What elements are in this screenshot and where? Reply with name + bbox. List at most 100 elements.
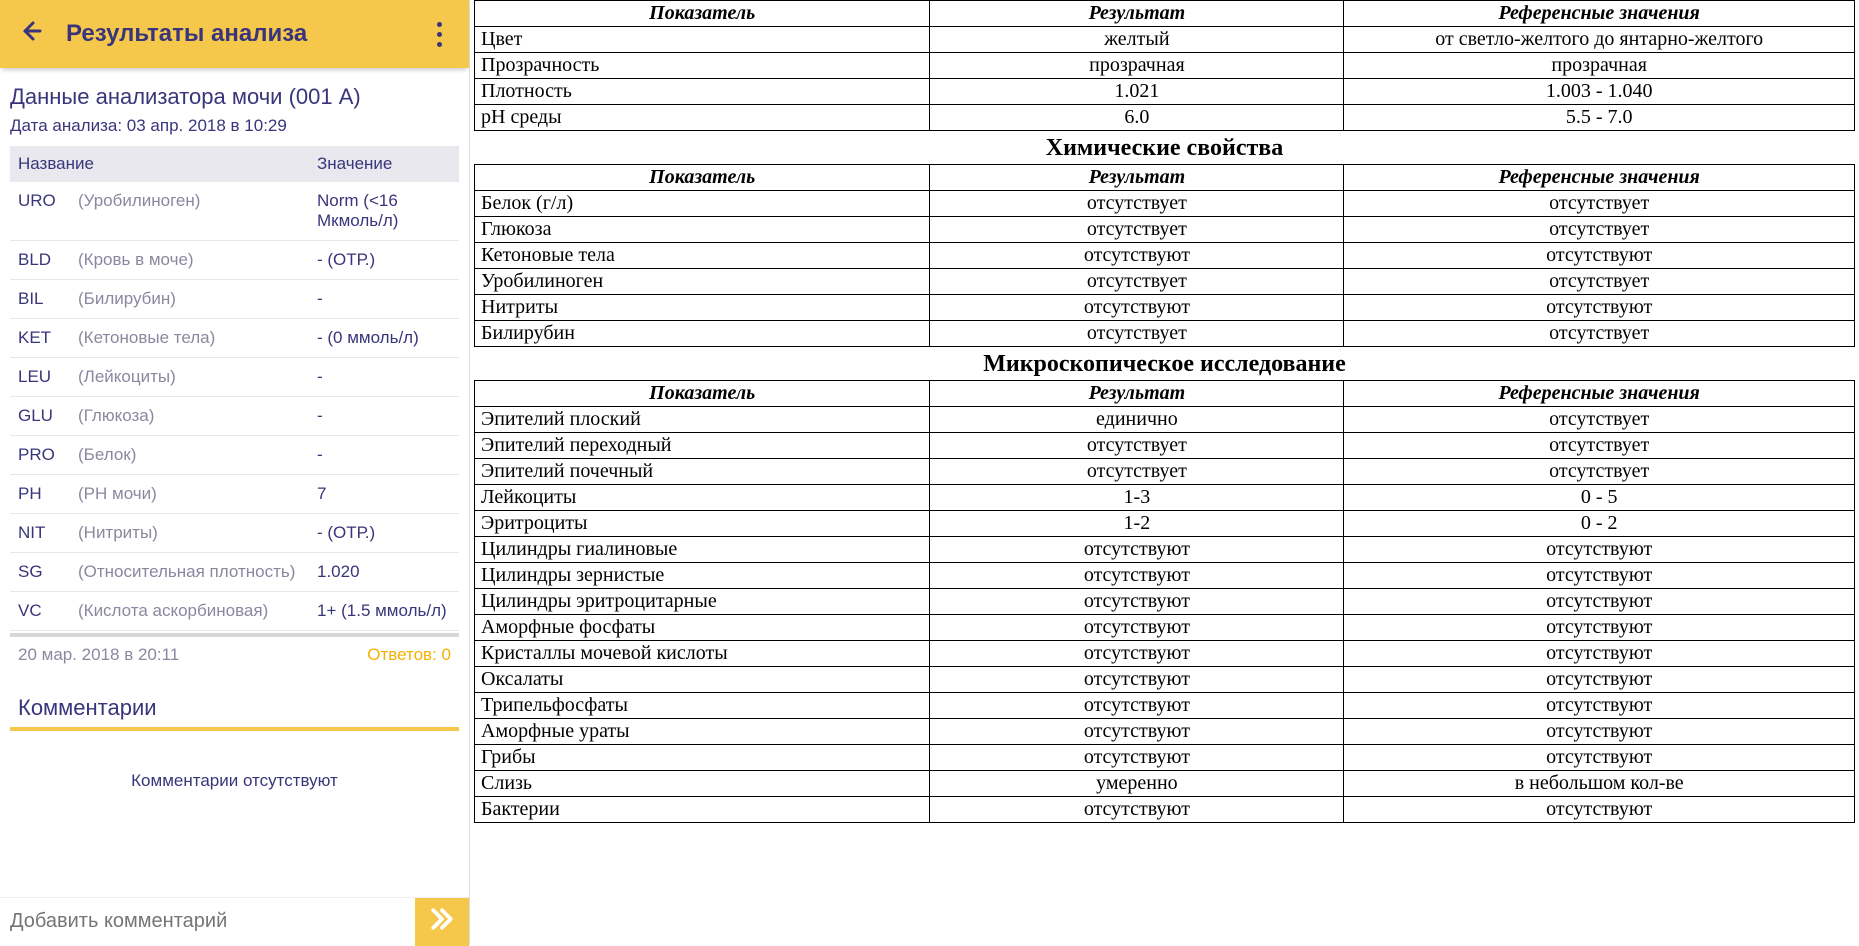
row-desc: (Глюкоза) [70,397,309,436]
row-value: - [309,436,459,475]
cell-result: 6.0 [930,105,1344,131]
cell-reference: отсутствует [1344,459,1855,485]
cell-indicator: Цилиндры гиалиновые [475,537,930,563]
table-row: NIT(Нитриты)- (ОТР.) [10,514,459,553]
cell-reference: отсутствуют [1344,563,1855,589]
cell-reference: отсутствуют [1344,243,1855,269]
row-code: KET [10,319,70,358]
cell-indicator: Эпителий плоский [475,407,930,433]
row-desc: (Белок) [70,436,309,475]
cell-reference: отсутствуют [1344,797,1855,823]
table-row: Слизьумереннов небольшом кол-ве [475,771,1855,797]
table-row: LEU(Лейкоциты)- [10,358,459,397]
cell-reference: отсутствует [1344,217,1855,243]
cell-indicator: Кристаллы мочевой кислоты [475,641,930,667]
col-indicator: Показатель [475,165,930,191]
row-code: BLD [10,241,70,280]
answers-count[interactable]: Ответов: 0 [367,645,451,665]
document-panel: Показатель Результат Референсные значени… [470,0,1859,945]
cell-result: отсутствуют [930,719,1344,745]
table-row: Прозрачностьпрозрачнаяпрозрачная [475,53,1855,79]
row-code: BIL [10,280,70,319]
cell-reference: отсутствуют [1344,537,1855,563]
row-code: GLU [10,397,70,436]
row-desc: (PH мочи) [70,475,309,514]
comments-empty: Комментарии отсутствуют [10,771,459,791]
cell-indicator: Лейкоциты [475,485,930,511]
cell-reference: отсутствуют [1344,641,1855,667]
send-button[interactable] [415,898,469,946]
app-panel: Результаты анализа Данные анализатора мо… [0,0,470,945]
cell-indicator: Эритроциты [475,511,930,537]
cell-result: отсутствуют [930,537,1344,563]
comment-input[interactable] [0,910,415,933]
table-row: Бактерииотсутствуютотсутствуют [475,797,1855,823]
back-button[interactable] [16,20,44,48]
cell-reference: отсутствует [1344,191,1855,217]
table-row: Лейкоциты1-30 - 5 [475,485,1855,511]
cell-reference: отсутствует [1344,433,1855,459]
table-row: Уробилиногенотсутствуетотсутствует [475,269,1855,295]
cell-indicator: pH среды [475,105,930,131]
table-row: Цилиндры эритроцитарныеотсутствуютотсутс… [475,589,1855,615]
cell-indicator: Цилиндры зернистые [475,563,930,589]
comments-divider [10,727,459,731]
cell-result: отсутствуют [930,641,1344,667]
cell-indicator: Плотность [475,79,930,105]
cell-reference: отсутствует [1344,269,1855,295]
row-code: URO [10,182,70,241]
doc-table-3: Показатель Результат Референсные значени… [474,380,1855,823]
cell-result: отсутствуют [930,243,1344,269]
table-row: Аморфные фосфатыотсутствуютотсутствуют [475,615,1855,641]
row-desc: (Относительная плотность) [70,553,309,592]
date-value: 03 апр. 2018 в 10:29 [127,116,287,135]
cell-result: отсутствуют [930,563,1344,589]
table-row: Белок (г/л)отсутствуетотсутствует [475,191,1855,217]
timestamp-row: 20 мар. 2018 в 20:11 Ответов: 0 [10,637,459,665]
cell-indicator: Билирубин [475,321,930,347]
table-row: Грибыотсутствуютотсутствуют [475,745,1855,771]
table-row: Эпителий почечныйотсутствуетотсутствует [475,459,1855,485]
appbar-title: Результаты анализа [66,20,307,48]
col-reference: Референсные значения [1344,165,1855,191]
cell-reference: 0 - 2 [1344,511,1855,537]
more-button[interactable] [425,14,453,54]
cell-result: единично [930,407,1344,433]
cell-result: отсутствует [930,459,1344,485]
add-comment-row [0,897,469,945]
table-row: PRO(Белок)- [10,436,459,475]
table-row: Цветжелтыйот светло-желтого до янтарно-ж… [475,27,1855,53]
cell-result: отсутствуют [930,693,1344,719]
table-row: Трипельфосфатыотсутствуютотсутствуют [475,693,1855,719]
cell-reference: отсутствует [1344,407,1855,433]
dot-icon [437,22,442,27]
col-value: Значение [309,146,459,182]
table-row: Кетоновые телаотсутствуютотсутствуют [475,243,1855,269]
table-row: Эритроциты1-20 - 2 [475,511,1855,537]
cell-indicator: Кетоновые тела [475,243,930,269]
arrow-left-icon [18,19,42,50]
table-row: Кристаллы мочевой кислотыотсутствуютотсу… [475,641,1855,667]
row-desc: (Кислота аскорбиновая) [70,592,309,631]
cell-result: отсутствует [930,321,1344,347]
table-row: Эпителий плоскийединичноотсутствует [475,407,1855,433]
table-row: pH среды6.05.5 - 7.0 [475,105,1855,131]
row-desc: (Кровь в моче) [70,241,309,280]
cell-indicator: Белок (г/л) [475,191,930,217]
row-value: - [309,358,459,397]
table-row: URO(Уробилиноген)Norm (<16 Мкмоль/л) [10,182,459,241]
analysis-title: Данные анализатора мочи (001 A) [10,84,459,110]
row-desc: (Кетоновые тела) [70,319,309,358]
row-value: - [309,280,459,319]
row-code: VC [10,592,70,631]
cell-reference: отсутствуют [1344,745,1855,771]
table-row: SG(Относительная плотность)1.020 [10,553,459,592]
row-code: LEU [10,358,70,397]
cell-indicator: Цвет [475,27,930,53]
col-indicator: Показатель [475,1,930,27]
cell-indicator: Эпителий почечный [475,459,930,485]
cell-indicator: Аморфные фосфаты [475,615,930,641]
table-row: BLD(Кровь в моче)- (ОТР.) [10,241,459,280]
table-row: Нитритыотсутствуютотсутствуют [475,295,1855,321]
chevron-double-right-icon [427,904,457,939]
